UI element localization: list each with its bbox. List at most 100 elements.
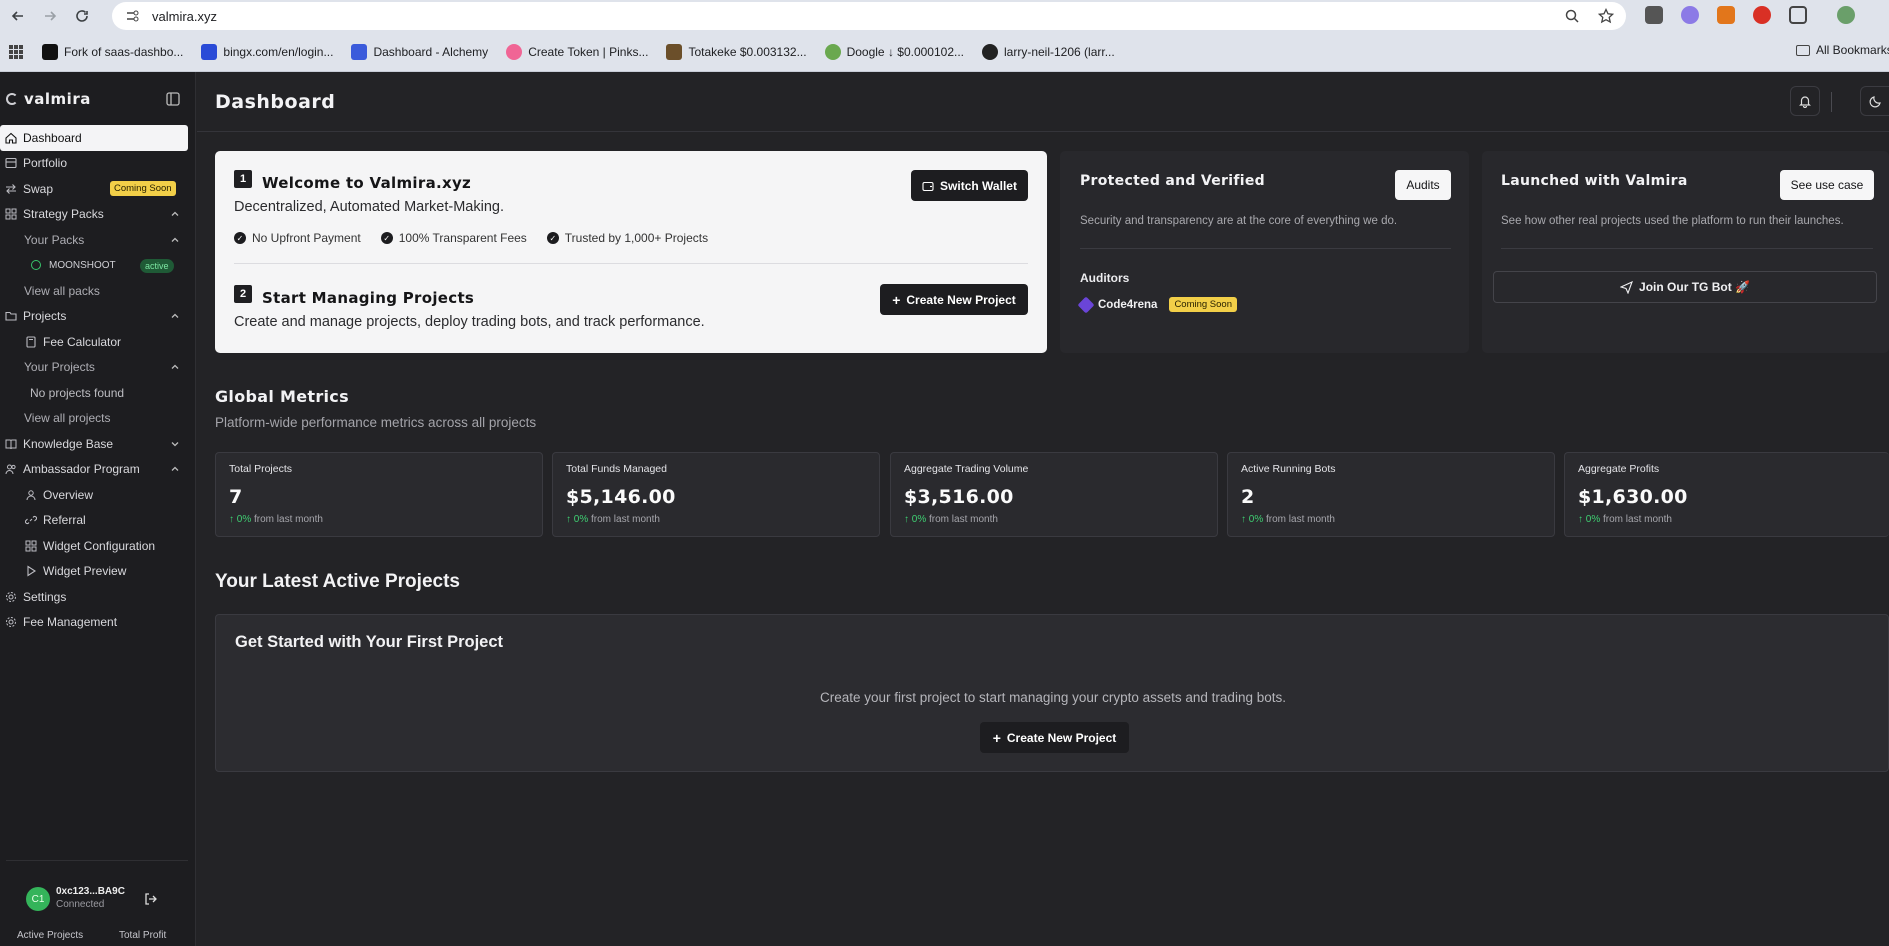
sidebar-item-overview[interactable]: Overview — [0, 482, 196, 508]
sidebar-item-swap[interactable]: Swap Coming Soon — [0, 176, 196, 202]
welcome-card: 1 Welcome to Valmira.xyz Decentralized, … — [215, 151, 1047, 353]
bookmark-item[interactable]: Create Token | Pinks... — [506, 43, 648, 60]
gear-icon — [6, 617, 16, 628]
start-managing-title: Start Managing Projects — [262, 289, 475, 307]
chevron-up-icon[interactable] — [170, 235, 180, 245]
bookmark-item[interactable]: Doogle ↓ $0.000102... — [824, 43, 964, 60]
notifications-button[interactable] — [1790, 86, 1820, 116]
reload-icon[interactable] — [68, 2, 96, 30]
sidebar-item-settings[interactable]: Settings — [0, 584, 196, 610]
sidebar-item-portfolio[interactable]: Portfolio — [0, 151, 196, 177]
grid-icon — [5, 208, 17, 220]
metric-change: ↑ 0% from last month — [1241, 514, 1335, 525]
arrow-up-icon: ↑ — [1578, 514, 1586, 525]
phantom-extension-icon[interactable] — [1681, 6, 1699, 24]
plus-icon: + — [892, 291, 901, 308]
sidebar-item-strategy-packs[interactable]: Strategy Packs — [0, 202, 196, 228]
arrow-up-icon: ↑ — [566, 514, 574, 525]
sidebar-item-moonshoot[interactable]: MOONSHOOT active — [0, 253, 196, 279]
protected-divider — [1080, 248, 1451, 249]
chevron-up-icon[interactable] — [170, 209, 180, 219]
opera-extension-icon[interactable] — [1753, 6, 1771, 24]
audits-button[interactable]: Audits — [1395, 170, 1451, 200]
arrow-up-icon: ↑ — [229, 514, 237, 525]
feature-check-item: ✓ 100% Transparent Fees — [380, 231, 527, 245]
chevron-up-icon[interactable] — [170, 311, 180, 321]
sidebar-item-widget-configuration[interactable]: Widget Configuration — [0, 533, 196, 559]
bookmark-favicon-icon — [42, 43, 58, 60]
chevron-down-icon[interactable] — [170, 439, 180, 449]
metric-change: ↑ 0% from last month — [229, 514, 323, 525]
moon-icon — [1869, 96, 1881, 108]
step-number-badge: 2 — [234, 285, 252, 303]
avatar[interactable]: C1 — [26, 887, 50, 911]
protected-title: Protected and Verified — [1080, 173, 1265, 189]
bookmark-star-icon[interactable] — [1597, 7, 1615, 29]
join-tg-bot-button[interactable]: Join Our TG Bot 🚀 — [1493, 271, 1877, 303]
welcome-title: Welcome to Valmira.xyz — [262, 174, 472, 192]
metric-change: ↑ 0% from last month — [1578, 514, 1672, 525]
plus-icon: + — [992, 729, 1001, 746]
sidebar-item-projects[interactable]: Projects — [0, 304, 196, 330]
metamask-extension-icon[interactable] — [1717, 6, 1735, 24]
sidebar-item-fee-management[interactable]: Fee Management — [0, 610, 196, 636]
step-number-badge: 1 — [234, 170, 252, 188]
metric-label: Total Projects — [229, 463, 293, 475]
back-icon[interactable] — [4, 2, 32, 30]
bookmark-item[interactable]: bingx.com/en/login... — [201, 43, 333, 60]
profile-avatar-icon[interactable] — [1837, 6, 1855, 24]
launched-divider — [1501, 248, 1873, 249]
bookmark-item[interactable]: Totakeke $0.003132... — [666, 43, 807, 60]
launched-description: See how other real projects used the pla… — [1501, 215, 1844, 227]
link-icon — [25, 516, 37, 525]
site-info-icon[interactable] — [124, 8, 140, 24]
see-use-case-button[interactable]: See use case — [1780, 170, 1874, 200]
qr-extension-icon[interactable] — [1645, 6, 1663, 24]
sidebar-item-your-packs[interactable]: Your Packs — [0, 227, 196, 253]
launched-with-card: Launched with Valmira See use case See h… — [1482, 151, 1889, 353]
bookmark-item[interactable]: Fork of saas-dashbo... — [42, 43, 183, 60]
create-new-project-button[interactable]: + Create New Project — [980, 722, 1129, 753]
create-new-project-button[interactable]: + Create New Project — [880, 284, 1028, 315]
sidebar-item-your-projects[interactable]: Your Projects — [0, 355, 196, 381]
chevron-up-icon[interactable] — [170, 362, 180, 372]
bookmark-favicon-icon — [666, 43, 683, 60]
wallet-status: Connected — [56, 899, 105, 910]
first-project-description: Create your first project to start manag… — [820, 690, 1286, 705]
widget-grid-icon — [25, 540, 37, 552]
calculator-icon — [26, 336, 36, 348]
extensions-puzzle-icon[interactable] — [1789, 6, 1807, 24]
sidebar-toggle-icon[interactable] — [166, 92, 180, 106]
sidebar-item-ambassador-program[interactable]: Ambassador Program — [0, 457, 196, 483]
chevron-up-icon[interactable] — [170, 464, 180, 474]
sidebar-item-view-all-packs[interactable]: View all packs — [0, 278, 196, 304]
zoom-icon[interactable] — [1564, 8, 1580, 29]
check-circle-icon: ✓ — [546, 232, 559, 244]
apps-grid-icon[interactable] — [8, 44, 24, 60]
wallet-panel: C1 0xc123...BA9C Connected — [6, 860, 188, 918]
sidebar-item-widget-preview[interactable]: Widget Preview — [0, 559, 196, 585]
bookmark-item[interactable]: larry-neil-1206 (larr... — [982, 43, 1115, 60]
folder-icon — [1796, 44, 1810, 56]
metric-label: Active Running Bots — [1241, 463, 1336, 475]
sidebar-item-dashboard[interactable]: Dashboard — [0, 125, 188, 151]
wallet-address: 0xc123...BA9C — [56, 886, 125, 897]
theme-toggle-button[interactable] — [1860, 86, 1889, 116]
bookmark-item[interactable]: Dashboard - Alchemy — [351, 43, 488, 60]
switch-wallet-button[interactable]: Switch Wallet — [911, 170, 1028, 201]
address-bar[interactable]: valmira.xyz — [112, 2, 1626, 30]
bookmark-favicon-icon — [351, 43, 368, 60]
start-managing-subtitle: Create and manage projects, deploy tradi… — [234, 314, 705, 330]
sidebar-item-fee-calculator[interactable]: Fee Calculator — [0, 329, 196, 355]
book-icon — [5, 439, 17, 449]
url-text[interactable]: valmira.xyz — [152, 9, 217, 24]
sidebar-item-knowledge-base[interactable]: Knowledge Base — [0, 431, 196, 457]
all-bookmarks[interactable]: All Bookmarks — [1796, 43, 1889, 57]
brand-logo[interactable]: valmira — [6, 90, 91, 108]
sidebar-item-referral[interactable]: Referral — [0, 508, 196, 534]
sidebar: valmira Dashboard Portfolio Swap Coming … — [0, 72, 196, 946]
sidebar-item-view-all-projects[interactable]: View all projects — [0, 406, 196, 432]
auditor-item[interactable]: Code4rena Coming Soon — [1077, 296, 1237, 313]
logout-icon[interactable] — [144, 892, 158, 906]
forward-icon[interactable] — [36, 2, 64, 30]
